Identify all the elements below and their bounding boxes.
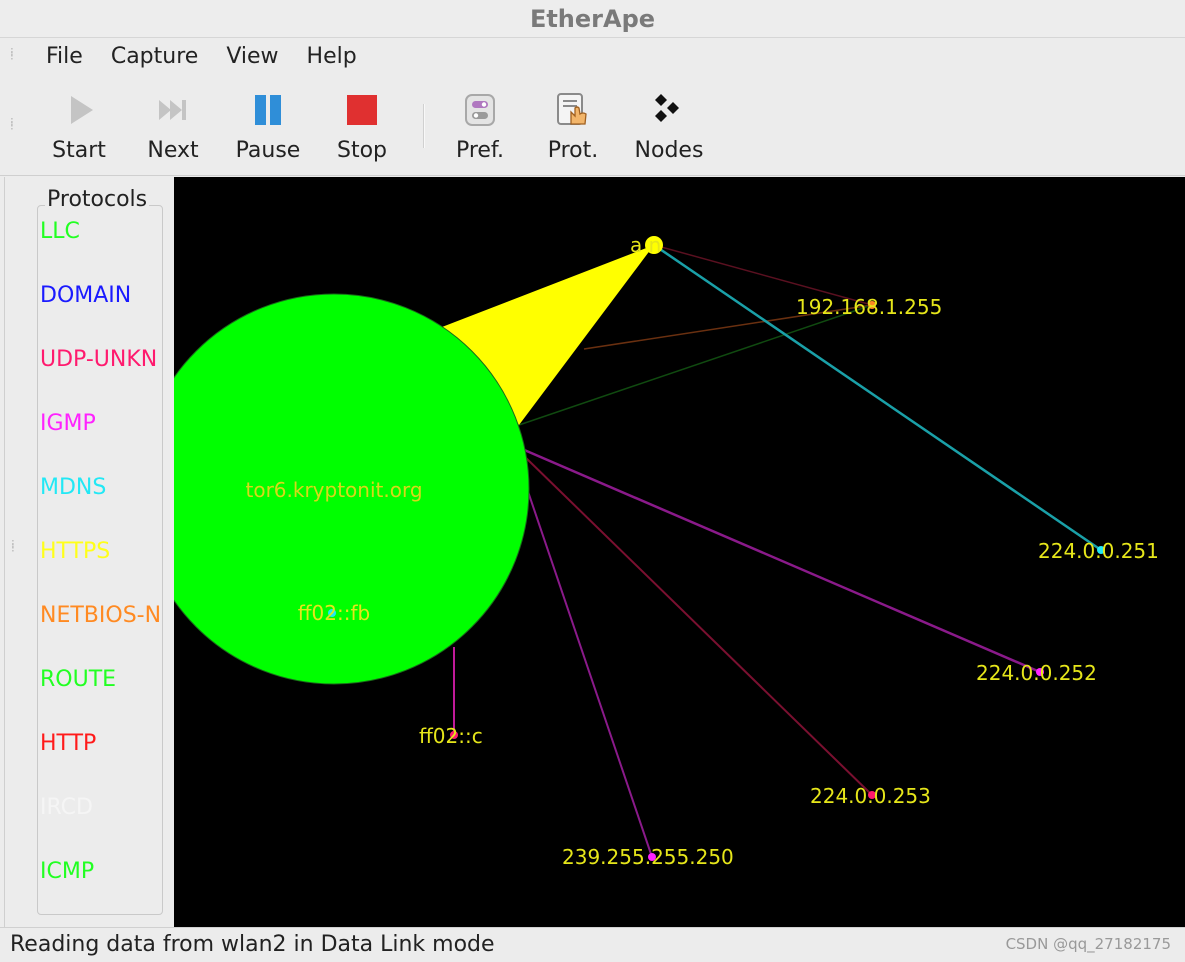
toolbar-grip-icon[interactable]: ⁝ ⁝ bbox=[10, 116, 18, 132]
next-icon bbox=[159, 100, 186, 120]
protocol-item-icmp[interactable]: ICMP bbox=[40, 857, 162, 921]
stop-icon bbox=[347, 95, 377, 125]
node-label-fb: ff02::fb bbox=[298, 601, 370, 625]
nodes-label: Nodes bbox=[634, 138, 704, 163]
status-text: Reading data from wlan2 in Data Link mod… bbox=[10, 932, 495, 957]
nodes-button[interactable]: Nodes bbox=[628, 86, 710, 170]
nodes-icon bbox=[655, 94, 679, 122]
preferences-icon bbox=[465, 94, 495, 126]
pause-icon bbox=[255, 95, 281, 125]
node-label-bcast: 192.168.1.255 bbox=[796, 295, 942, 319]
protocols-title: Protocols bbox=[45, 187, 150, 212]
network-graph: a n192.168.1.255tor6.kryptonit.orgff02::… bbox=[174, 233, 1159, 869]
node-label-m251: 224.0.0.251 bbox=[1038, 539, 1159, 563]
title-bar: EtherApe bbox=[0, 0, 1185, 38]
stop-button[interactable]: Stop bbox=[330, 86, 394, 170]
protocols-list: LLC DOMAIN UDP-UNKN IGMP MDNS HTTPS NETBIOS-N R… bbox=[40, 217, 162, 921]
protocol-item-mdns[interactable]: MDNS bbox=[40, 473, 162, 537]
stop-label: Stop bbox=[336, 138, 387, 163]
protocols-button[interactable]: Prot. bbox=[541, 86, 605, 170]
network-graph-canvas[interactable]: a n192.168.1.255tor6.kryptonit.orgff02::… bbox=[174, 177, 1185, 927]
menubar-grip-icon[interactable]: ⁝ ⁝ bbox=[10, 46, 18, 62]
sidebar-grip-icon[interactable]: ⁝ ⁝ bbox=[11, 538, 15, 554]
menu-help[interactable]: Help bbox=[307, 38, 357, 76]
protocol-item-http[interactable]: HTTP bbox=[40, 729, 162, 793]
menu-bar: ⁝ ⁝ File Capture View Help bbox=[0, 38, 1185, 76]
pause-label: Pause bbox=[235, 138, 301, 163]
protocol-item-udp-unkn[interactable]: UDP-UNKN bbox=[40, 345, 162, 409]
protocol-item-https[interactable]: HTTPS bbox=[40, 537, 162, 601]
next-button[interactable]: Next bbox=[140, 86, 206, 170]
node-label-m253: 224.0.0.253 bbox=[810, 784, 931, 808]
status-bar: Reading data from wlan2 in Data Link mod… bbox=[0, 927, 1185, 962]
protocols-panel: ⁝ ⁝ Protocols LLC DOMAIN UDP-UNKN IGMP MDNS HT… bbox=[4, 177, 174, 927]
node-label-m252: 224.0.0.252 bbox=[976, 661, 1097, 685]
menu-capture[interactable]: Capture bbox=[111, 38, 198, 76]
link-tor-ssdp bbox=[518, 464, 653, 858]
start-label: Start bbox=[52, 138, 106, 163]
preferences-button[interactable]: Pref. bbox=[450, 86, 510, 170]
protocols-label: Prot. bbox=[547, 138, 599, 163]
menu-file[interactable]: File bbox=[46, 38, 83, 76]
watermark: CSDN @qq_27182175 bbox=[1005, 935, 1171, 953]
link-tor-m253 bbox=[524, 456, 873, 796]
link-aron-m251 bbox=[653, 243, 1102, 552]
next-label: Next bbox=[147, 138, 199, 163]
node-label-tor: tor6.kryptonit.org bbox=[245, 478, 422, 502]
protocols-icon bbox=[557, 93, 587, 125]
protocol-item-llc[interactable]: LLC bbox=[40, 217, 162, 281]
menu-view[interactable]: View bbox=[226, 38, 278, 76]
preferences-label: Pref. bbox=[455, 138, 505, 163]
node-label-aron: a n bbox=[630, 233, 661, 257]
protocol-item-route[interactable]: ROUTE bbox=[40, 665, 162, 729]
window-title: EtherApe bbox=[529, 5, 656, 33]
node-label-ssdp: 239.255.255.250 bbox=[562, 845, 734, 869]
start-button[interactable]: Start bbox=[46, 86, 112, 170]
toolbar-separator bbox=[423, 104, 425, 148]
link-tor-m252 bbox=[521, 447, 1041, 674]
play-icon bbox=[71, 96, 93, 124]
node-label-ffc: ff02::c bbox=[419, 724, 483, 748]
pause-button[interactable]: Pause bbox=[231, 86, 305, 170]
protocol-item-domain[interactable]: DOMAIN bbox=[40, 281, 162, 345]
protocol-item-igmp[interactable]: IGMP bbox=[40, 409, 162, 473]
protocol-item-netbios-n[interactable]: NETBIOS-N bbox=[40, 601, 162, 665]
protocol-item-ircd[interactable]: IRCD bbox=[40, 793, 162, 857]
